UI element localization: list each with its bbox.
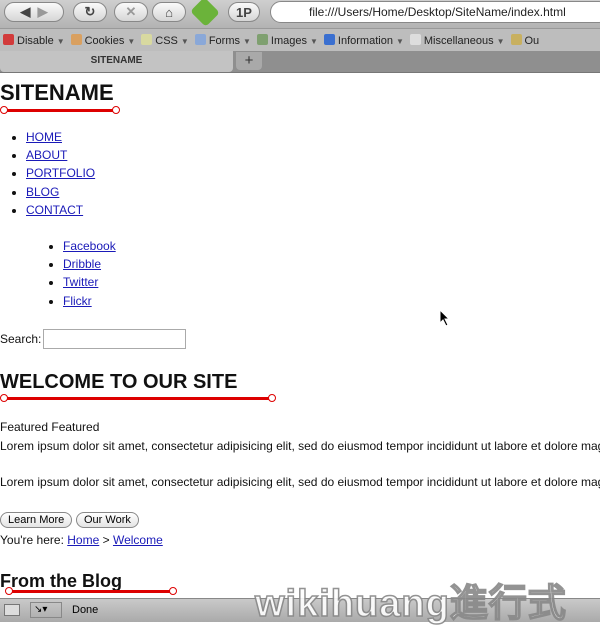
dropdown-arrow-icon: ▼	[496, 36, 505, 46]
menu-label: Images	[270, 34, 307, 47]
site-title: SITENAME	[0, 80, 114, 105]
list-item: BLOG	[26, 183, 95, 201]
list-item: Dribble	[63, 255, 116, 273]
social-link-dribble[interactable]: Dribble	[63, 257, 101, 271]
tab-bar: SITENAME +	[0, 51, 600, 73]
back-forward-buttons[interactable]: ◀ ▶	[4, 2, 64, 22]
social-link-flickr[interactable]: Flickr	[63, 294, 92, 308]
reload-button[interactable]: ↻	[73, 2, 107, 22]
featured-label: Featured Featured	[0, 420, 100, 434]
breadcrumb-separator: >	[102, 533, 110, 547]
social-links: Facebook Dribble Twitter Flickr	[63, 237, 116, 310]
menu-icon	[256, 33, 268, 45]
menu-label: Cookies	[84, 34, 125, 47]
menu-label: Disable	[17, 34, 54, 47]
menu-label: Miscellaneous	[423, 34, 494, 47]
tab-sitename[interactable]: SITENAME	[0, 51, 233, 72]
search-input[interactable]	[43, 329, 186, 349]
toolbar-menu-information[interactable]: Information ▼	[323, 33, 404, 47]
nav-link-about[interactable]: ABOUT	[26, 148, 67, 162]
dropdown-arrow-icon: ▼	[127, 36, 136, 46]
our-work-button[interactable]: Our Work	[76, 512, 139, 528]
panel-icon[interactable]	[4, 604, 20, 616]
dropdown-arrow-icon: ▼	[243, 36, 251, 46]
forward-icon[interactable]: ▶	[38, 4, 48, 20]
toolbar-menu-forms[interactable]: Forms ▼	[194, 33, 251, 47]
browser-toolbar: ◀ ▶ ↻ ✕ ⌂ 1P file:///Users/Home/Desktop/…	[0, 0, 600, 29]
nav-link-contact[interactable]: CONTACT	[26, 203, 83, 217]
list-item: HOME	[26, 128, 95, 146]
dropdown-arrow-icon: ▼	[180, 36, 189, 46]
stop-icon: ✕	[125, 4, 137, 19]
home-button[interactable]: ⌂	[152, 2, 186, 22]
menu-icon	[409, 33, 421, 45]
new-tab-button[interactable]: +	[236, 52, 262, 70]
social-link-twitter[interactable]: Twitter	[63, 275, 98, 289]
mouse-cursor-icon	[439, 309, 451, 327]
search-label: Search:	[0, 332, 42, 346]
inspect-tool-icon[interactable]: ↘▾	[30, 602, 62, 618]
toolbar-menu-images[interactable]: Images ▼	[256, 33, 318, 47]
menu-label: Forms	[208, 34, 240, 47]
breadcrumb-welcome[interactable]: Welcome	[113, 533, 163, 547]
blog-heading: From the Blog	[0, 571, 122, 591]
menu-icon	[323, 33, 335, 45]
menu-label: CSS	[155, 34, 178, 47]
menu-icon	[141, 33, 153, 45]
reload-icon: ↻	[84, 4, 96, 19]
breadcrumb: You're here: Home > Welcome	[0, 533, 163, 547]
welcome-heading: WELCOME TO OUR SITE	[0, 371, 238, 393]
onepassword-button[interactable]: 1P	[228, 2, 260, 22]
list-item: PORTFOLIO	[26, 164, 95, 182]
annotation-underline	[5, 587, 177, 595]
menu-label: Information	[337, 34, 393, 47]
list-item: CONTACT	[26, 201, 95, 219]
dropdown-arrow-icon: ▼	[395, 36, 404, 46]
paragraph: Lorem ipsum dolor sit amet, consectetur …	[0, 475, 600, 489]
feed-icon[interactable]	[190, 0, 220, 27]
annotation-underline	[0, 106, 120, 114]
paragraph: Lorem ipsum dolor sit amet, consectetur …	[0, 439, 600, 453]
toolbar-menu-ou[interactable]: Ou	[510, 33, 540, 47]
toolbar-menu-disable[interactable]: Disable ▼	[3, 33, 65, 47]
home-icon: ⌂	[165, 4, 173, 20]
developer-toolbar: Disable ▼ Cookies ▼ CSS ▼ Forms ▼ Images ▼ Informa…	[0, 29, 600, 51]
url-bar[interactable]: file:///Users/Home/Desktop/SiteName/inde…	[270, 1, 600, 23]
toolbar-menu-css[interactable]: CSS ▼	[141, 33, 189, 47]
watermark: wikihuang進行式	[254, 582, 567, 626]
list-item: ABOUT	[26, 146, 95, 164]
menu-icon	[3, 33, 14, 45]
main-nav: HOME ABOUT PORTFOLIO BLOG CONTACT	[26, 128, 95, 219]
annotation-underline	[0, 394, 276, 402]
learn-more-button[interactable]: Learn More	[0, 512, 73, 528]
nav-link-home[interactable]: HOME	[26, 130, 62, 144]
breadcrumb-prefix: You're here:	[0, 533, 64, 547]
list-item: Flickr	[63, 292, 116, 310]
status-text: Done	[72, 604, 99, 616]
menu-label: Ou	[524, 34, 540, 47]
social-link-facebook[interactable]: Facebook	[63, 239, 116, 253]
dropdown-arrow-icon: ▼	[56, 36, 65, 46]
menu-icon	[194, 33, 206, 45]
list-item: Facebook	[63, 237, 116, 255]
back-icon[interactable]: ◀	[20, 4, 30, 20]
dropdown-arrow-icon: ▼	[310, 36, 318, 46]
toolbar-menu-cookies[interactable]: Cookies ▼	[70, 33, 136, 47]
nav-link-portfolio[interactable]: PORTFOLIO	[26, 166, 95, 180]
nav-link-blog[interactable]: BLOG	[26, 185, 59, 199]
stop-button[interactable]: ✕	[114, 2, 148, 22]
list-item: Twitter	[63, 273, 116, 291]
toolbar-menu-miscellaneous[interactable]: Miscellaneous ▼	[409, 33, 505, 47]
breadcrumb-home[interactable]: Home	[67, 533, 99, 547]
menu-icon	[510, 33, 522, 45]
menu-icon	[70, 33, 82, 45]
page-content: SITENAME HOME ABOUT PORTFOLIO BLOG CONTACT F…	[0, 73, 600, 598]
